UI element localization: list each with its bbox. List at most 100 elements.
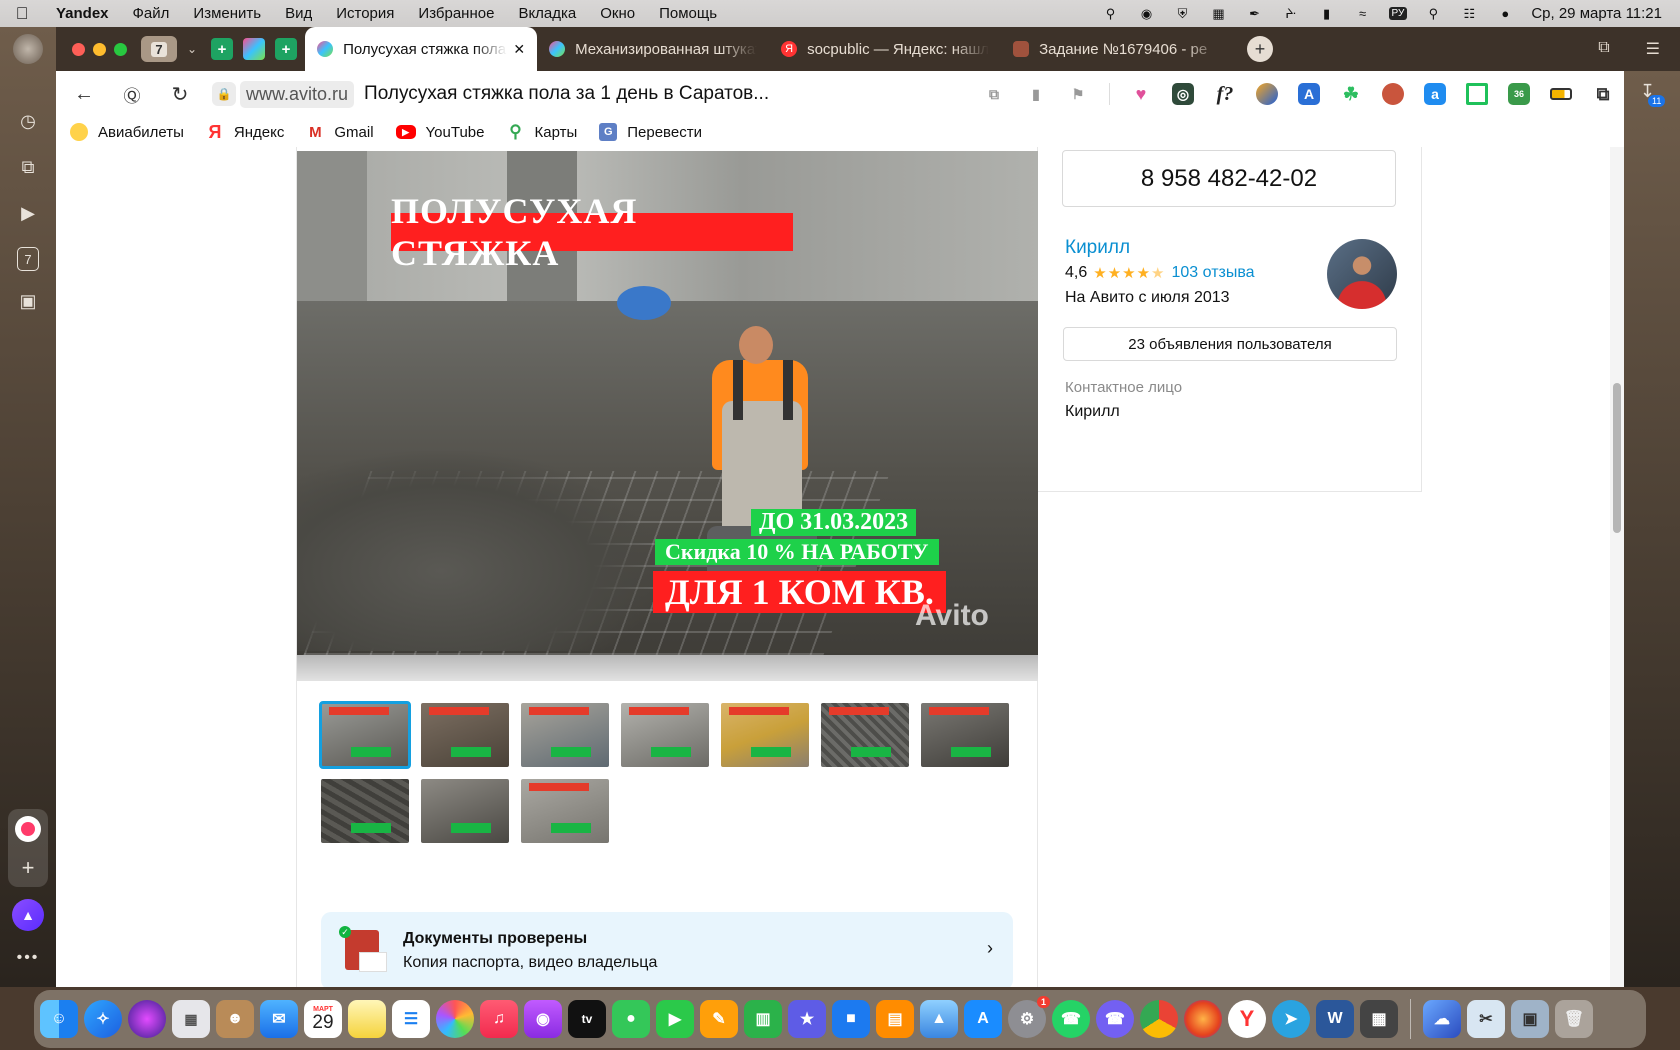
menubar-clock[interactable]: Ср, 29 марта 11:21 bbox=[1531, 5, 1662, 22]
siri-icon[interactable]: ● bbox=[1495, 6, 1515, 21]
menu-window[interactable]: Окно bbox=[588, 5, 647, 22]
app-red-icon[interactable] bbox=[15, 815, 41, 842]
menu-favorites[interactable]: Избранное bbox=[406, 5, 506, 22]
pages-icon[interactable]: ✎ bbox=[700, 1000, 738, 1038]
lock-icon[interactable]: 🔒 bbox=[212, 82, 236, 106]
battery-extension-icon[interactable] bbox=[1550, 88, 1572, 100]
battery-icon[interactable]: ▮ bbox=[1317, 6, 1337, 21]
close-icon[interactable]: ✕ bbox=[513, 41, 525, 58]
url-page-title[interactable]: Полусухая стяжка пола за 1 день в Сарато… bbox=[364, 83, 769, 105]
pin-icon[interactable]: ⚲ bbox=[1101, 6, 1121, 21]
tab-count-icon[interactable]: 7 bbox=[17, 247, 39, 271]
chevron-down-icon[interactable]: ⌄ bbox=[187, 42, 197, 56]
puzzle-icon[interactable]: ⧉ bbox=[1592, 83, 1614, 105]
tab-count-button[interactable]: 7 bbox=[141, 36, 177, 62]
pen-icon[interactable]: ✒ bbox=[1245, 6, 1265, 21]
copy-link-icon[interactable]: ⧉ bbox=[983, 83, 1005, 105]
tab-yandex-search[interactable]: Я socpublic — Яндекс: нашлось bbox=[769, 27, 1001, 71]
thumbnail-10[interactable] bbox=[521, 779, 609, 843]
numbers-icon[interactable]: ▥ bbox=[744, 1000, 782, 1038]
history-icon[interactable]: ◷ bbox=[12, 105, 44, 137]
letter-a-icon[interactable]: a bbox=[1424, 83, 1446, 105]
profile-avatar[interactable] bbox=[12, 33, 44, 65]
books-icon[interactable]: ▤ bbox=[876, 1000, 914, 1038]
thumbnail-2[interactable] bbox=[421, 703, 509, 767]
bookmark-maps[interactable]: ⚲ Карты bbox=[507, 122, 577, 141]
translate-extension-icon[interactable]: A bbox=[1298, 83, 1320, 105]
scrollbar[interactable] bbox=[1610, 147, 1624, 987]
bookmark-yandex[interactable]: Я Яндекс bbox=[206, 122, 284, 142]
calculator-icon[interactable]: ▦ bbox=[1360, 1000, 1398, 1038]
messages-icon[interactable]: ● bbox=[612, 1000, 650, 1038]
facetime-icon[interactable]: ▶ bbox=[656, 1000, 694, 1038]
formula-icon[interactable]: f? bbox=[1214, 83, 1236, 105]
reminders-icon[interactable]: ☰ bbox=[392, 1000, 430, 1038]
main-photo[interactable]: ПОЛУСУХАЯ СТЯЖКА ДО 31.03.2023 Скидка 10… bbox=[297, 151, 1038, 655]
sheets-icon[interactable]: + bbox=[211, 38, 234, 60]
viber-icon[interactable]: ☎ bbox=[1096, 1000, 1134, 1038]
yandex-browser-icon[interactable]: Y bbox=[1228, 1000, 1266, 1038]
shield-icon[interactable]: ⛨ bbox=[1173, 6, 1193, 21]
scrollbar-thumb[interactable] bbox=[1613, 383, 1621, 533]
new-tab-button[interactable]: + bbox=[1247, 36, 1274, 62]
control-center-icon[interactable]: ☷ bbox=[1459, 6, 1479, 21]
keynote-icon[interactable]: ■ bbox=[832, 1000, 870, 1038]
extension-circle-icon[interactable]: ◎ bbox=[1172, 83, 1194, 105]
imovie-icon[interactable]: ★ bbox=[788, 1000, 826, 1038]
counter-extension-icon[interactable]: 36 bbox=[1508, 83, 1530, 105]
finder-icon[interactable]: ☺ bbox=[40, 1000, 78, 1038]
evernote-icon[interactable]: ☘ bbox=[1340, 83, 1362, 105]
bookmark-flights[interactable]: Авиабилеты bbox=[70, 123, 184, 141]
menu-icon[interactable]: ☰ bbox=[1646, 39, 1660, 59]
thumbnail-4[interactable] bbox=[621, 703, 709, 767]
trash-icon[interactable]: 🗑 bbox=[1555, 1000, 1593, 1038]
notes-icon[interactable] bbox=[348, 1000, 386, 1038]
menu-app-name[interactable]: Yandex bbox=[44, 5, 121, 22]
cloud-folder-icon[interactable]: ☁ bbox=[1423, 1000, 1461, 1038]
bookmark-gmail[interactable]: M Gmail bbox=[306, 123, 373, 141]
firefox-icon[interactable] bbox=[1184, 1000, 1222, 1038]
preview-icon[interactable]: ▣ bbox=[1511, 1000, 1549, 1038]
video-icon[interactable]: ▶ bbox=[12, 197, 44, 229]
tab-mechanized-plaster[interactable]: Механизированная штукатурка bbox=[537, 27, 769, 71]
reload-button[interactable]: ↻ bbox=[160, 82, 200, 107]
screenshot-tool-icon[interactable]: ✂ bbox=[1467, 1000, 1505, 1038]
music-icon[interactable]: ♫ bbox=[480, 1000, 518, 1038]
photos-icon[interactable] bbox=[436, 1000, 474, 1038]
avatar-extension-icon[interactable] bbox=[1382, 83, 1404, 105]
thumbnail-3[interactable] bbox=[521, 703, 609, 767]
thumbnail-6[interactable] bbox=[821, 703, 909, 767]
back-button[interactable]: ← bbox=[64, 83, 104, 106]
whatsapp-icon[interactable]: ☎ bbox=[1052, 1000, 1090, 1038]
reviews-link[interactable]: 103 отзыва bbox=[1172, 264, 1255, 282]
bookmark-icon[interactable]: ⚑ bbox=[1067, 83, 1089, 105]
seller-ads-button[interactable]: 23 объявления пользователя bbox=[1063, 327, 1397, 361]
menu-view[interactable]: Вид bbox=[273, 5, 324, 22]
menu-file[interactable]: Файл bbox=[121, 5, 182, 22]
contacts-icon[interactable]: ☻ bbox=[216, 1000, 254, 1038]
thumbnail-1[interactable] bbox=[319, 701, 411, 769]
mail-icon[interactable]: ✉ bbox=[260, 1000, 298, 1038]
url-domain[interactable]: www.avito.ru bbox=[240, 80, 355, 108]
system-settings-icon[interactable]: ⚙ 1 bbox=[1008, 996, 1050, 1038]
collections-icon[interactable]: ⧉ bbox=[12, 151, 44, 183]
thumbnail-9[interactable] bbox=[421, 779, 509, 843]
podcasts-icon[interactable]: ◉ bbox=[524, 1000, 562, 1038]
chrome-icon[interactable] bbox=[1140, 1000, 1178, 1038]
close-window-button[interactable] bbox=[72, 42, 85, 56]
minimize-window-button[interactable] bbox=[93, 42, 106, 56]
address-bar[interactable]: 🔒 www.avito.ru Полусухая стяжка пола за … bbox=[212, 80, 769, 108]
sync-extension-icon[interactable] bbox=[1256, 83, 1278, 105]
tab-task[interactable]: Задание №1679406 - ре bbox=[1001, 27, 1233, 71]
sheets-icon[interactable]: + bbox=[275, 38, 298, 60]
yandex-home-button[interactable]: Ⓠ bbox=[112, 82, 152, 107]
safari-icon[interactable]: ✧ bbox=[84, 1000, 122, 1038]
memory-icon[interactable]: ▦ bbox=[1209, 6, 1229, 21]
word-icon[interactable]: W bbox=[1316, 1000, 1354, 1038]
keyboard-layout[interactable]: РУ bbox=[1388, 7, 1408, 20]
phone-number-button[interactable]: 8 958 482-42-02 bbox=[1062, 150, 1396, 207]
apple-icon[interactable]:  bbox=[0, 4, 44, 24]
bookmark-youtube[interactable]: ▶ YouTube bbox=[395, 124, 485, 141]
bookmark-tabs-icon[interactable]: ⧉ bbox=[1598, 39, 1609, 59]
apple-tv-icon[interactable]: tv bbox=[568, 1000, 606, 1038]
